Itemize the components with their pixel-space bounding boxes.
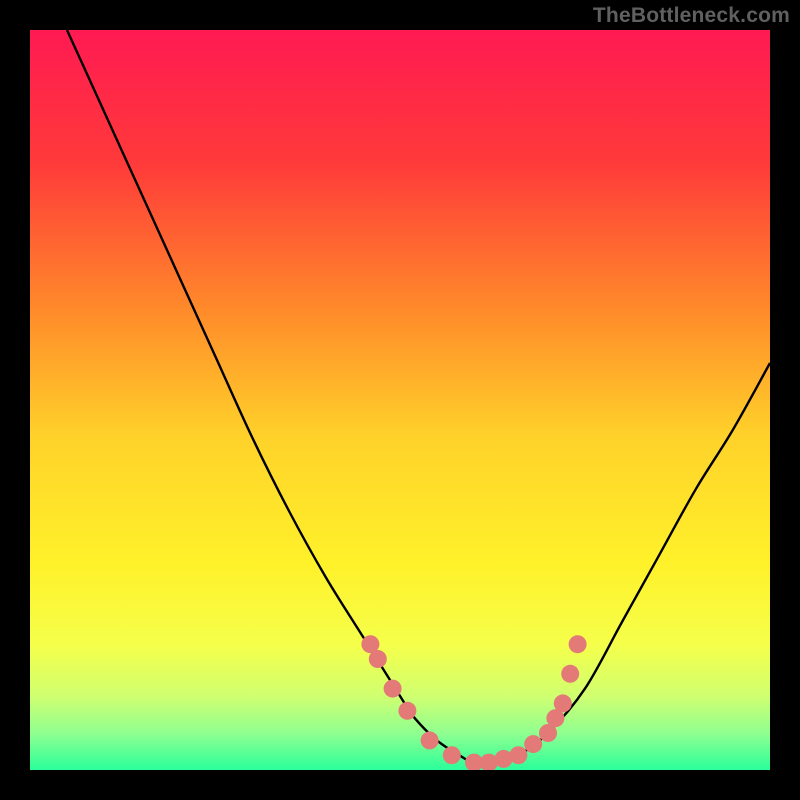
curve-layer [30,30,770,770]
watermark-text: TheBottleneck.com [593,4,790,28]
marker-point [443,746,461,764]
marker-point [421,731,439,749]
marker-point [569,635,587,653]
marker-point [524,735,542,753]
marker-point [509,746,527,764]
chart-stage: TheBottleneck.com [0,0,800,800]
marker-point [384,680,402,698]
marker-point [398,702,416,720]
marker-point [554,694,572,712]
marker-point [561,665,579,683]
highlight-markers [361,635,586,770]
marker-point [369,650,387,668]
bottleneck-curve [67,30,770,764]
plot-area [30,30,770,770]
